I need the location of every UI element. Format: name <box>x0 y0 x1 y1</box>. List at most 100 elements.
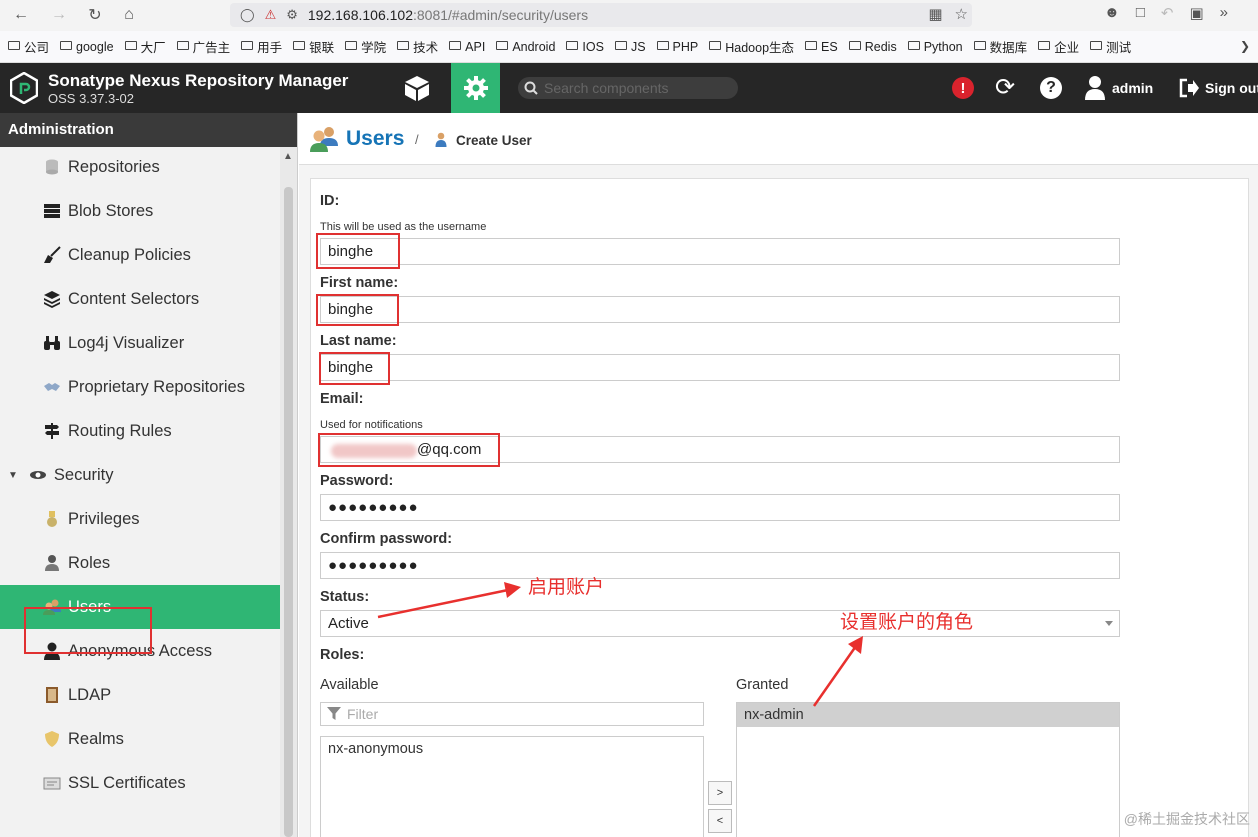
id-field[interactable]: binghe <box>320 238 1120 265</box>
reload-icon[interactable]: ↻ <box>84 4 106 26</box>
insecure-lock-icon[interactable]: ⚠ <box>265 7 277 23</box>
bookmark-folder[interactable]: ES <box>805 40 838 54</box>
refresh-icon[interactable]: ⟳ <box>995 74 1015 102</box>
star-icon[interactable]: ☆ <box>955 5 968 23</box>
chevron-down-icon <box>1105 621 1113 626</box>
sidebar-item-roles[interactable]: Roles <box>0 541 281 585</box>
available-roles-list[interactable]: nx-anonymous <box>320 736 704 837</box>
sidebar-item-log4j-visualizer[interactable]: Log4j Visualizer <box>0 321 281 365</box>
bookmark-label: ES <box>821 39 838 54</box>
bookmark-folder[interactable]: 技术 <box>397 37 438 56</box>
bookmark-folder[interactable]: 测试 <box>1090 37 1131 56</box>
bookmark-folder[interactable]: 广告主 <box>176 37 230 56</box>
bookmarks-overflow-icon[interactable]: ❯ <box>1240 39 1250 53</box>
sign-out-icon[interactable] <box>1178 77 1200 99</box>
app-version: OSS 3.37.3-02 <box>48 91 134 106</box>
bookmark-label: Hadoop生态 <box>725 41 795 55</box>
expand-triangle-icon[interactable]: ▼ <box>8 470 18 481</box>
available-role-item[interactable]: nx-anonymous <box>321 737 703 761</box>
shield-icon[interactable]: ◯ <box>240 7 255 23</box>
scroll-up-arrow-icon[interactable]: ▲ <box>283 151 293 162</box>
forward-arrow-icon[interactable]: → <box>48 4 70 26</box>
more-tools-icon[interactable]: » <box>1220 4 1228 22</box>
move-right-button[interactable]: > <box>708 781 732 805</box>
cube-icon[interactable] <box>402 74 432 102</box>
shield-icon <box>42 729 62 749</box>
password-field[interactable]: ●●●●●●●●● <box>320 494 1120 521</box>
sidebar-item-blob-stores[interactable]: Blob Stores <box>0 189 281 233</box>
page-title[interactable]: Users <box>346 127 404 151</box>
bookmark-folder[interactable]: Hadoop生态 <box>709 37 794 56</box>
sidebar-item-proprietary-repositories[interactable]: Proprietary Repositories <box>0 365 281 409</box>
bookmark-folder[interactable]: 大厂 <box>124 37 166 56</box>
move-left-button[interactable]: < <box>708 809 732 833</box>
sidebar-item-privileges[interactable]: Privileges <box>0 497 281 541</box>
bookmark-folder[interactable]: JS <box>614 40 646 54</box>
highlight-users-nav <box>24 607 152 654</box>
bookmark-label: 数据库 <box>989 41 1028 55</box>
sidebar-item-content-selectors[interactable]: Content Selectors <box>0 277 281 321</box>
sidebar-item-realms[interactable]: Realms <box>0 717 281 761</box>
back-arrow-icon[interactable]: ← <box>10 4 32 26</box>
watermark: @稀土掘金技术社区 <box>1123 811 1250 827</box>
sidebar-item-ldap[interactable]: LDAP <box>0 673 281 717</box>
bookmark-folder[interactable]: 数据库 <box>973 37 1028 56</box>
folder-icon <box>1090 41 1103 50</box>
sidebar-scrollbar[interactable]: ▲ <box>280 147 297 837</box>
bookmark-folder[interactable]: Redis <box>848 40 897 54</box>
bookmark-folder[interactable]: API <box>449 40 485 54</box>
help-icon[interactable]: ? <box>1040 77 1062 99</box>
sign-out-button[interactable]: Sign out <box>1205 80 1258 96</box>
scroll-thumb[interactable] <box>284 187 293 837</box>
sidebar-item-label: SSL Certificates <box>68 773 186 792</box>
undo-icon[interactable]: ↶ <box>1161 4 1174 22</box>
crop-icon[interactable]: □ <box>1136 4 1145 22</box>
sidebar-item-security[interactable]: ▼ Security <box>0 453 281 497</box>
bookmark-folder[interactable]: google <box>60 40 114 54</box>
bookmark-folder[interactable]: 用手 <box>241 37 282 56</box>
qr-code-icon[interactable]: ▦ <box>928 5 942 23</box>
alert-icon[interactable]: ! <box>952 77 974 99</box>
last-name-field[interactable]: binghe <box>320 354 1120 381</box>
sidebar-item-cleanup-policies[interactable]: Cleanup Policies <box>0 233 281 277</box>
sidebar-item-ssl-certificates[interactable]: SSL Certificates <box>0 761 281 805</box>
confirm-password-field[interactable]: ●●●●●●●●● <box>320 552 1120 579</box>
filter-input[interactable] <box>347 706 687 722</box>
home-icon[interactable]: ⌂ <box>118 4 140 26</box>
status-select[interactable]: Active <box>320 610 1120 637</box>
sidebar-item-routing-rules[interactable]: Routing Rules <box>0 409 281 453</box>
breadcrumb: Users / Create User <box>299 113 1258 165</box>
nexus-logo-icon <box>10 72 38 104</box>
key-icon[interactable]: ⚙ <box>286 7 298 23</box>
password-label: Password: <box>320 473 394 489</box>
folder-icon <box>293 41 306 50</box>
folder-icon <box>449 41 462 50</box>
gear-icon <box>463 76 488 100</box>
account-icon[interactable]: ☻ <box>1104 4 1120 22</box>
highlight-id-field <box>316 233 400 269</box>
bookmark-folder[interactable]: Android <box>496 40 555 54</box>
folder-icon <box>496 41 509 50</box>
user-menu-label[interactable]: admin <box>1112 80 1153 96</box>
toolbar-icons: ☻ □ ↶ ▣ » <box>1104 4 1228 22</box>
search-input[interactable] <box>544 80 724 96</box>
address-bar[interactable]: ◯ ⚠ ⚙ 192.168.106.102:8081/#admin/securi… <box>230 3 972 27</box>
bookmark-folder[interactable]: Python <box>907 40 963 54</box>
granted-roles-list[interactable]: nx-admin <box>736 702 1120 837</box>
folder-icon <box>907 41 920 50</box>
bookmark-folder[interactable]: 公司 <box>8 37 49 56</box>
bookmark-folder[interactable]: 银联 <box>293 37 334 56</box>
last-name-label: Last name: <box>320 333 397 349</box>
sidebar-item-repositories[interactable]: Repositories <box>0 145 281 189</box>
first-name-field[interactable]: binghe <box>320 296 1120 323</box>
bookmark-folder[interactable]: 企业 <box>1038 37 1079 56</box>
user-icon[interactable] <box>1084 75 1106 101</box>
granted-role-item[interactable]: nx-admin <box>737 703 1119 727</box>
status-value: Active <box>328 615 369 632</box>
bookmark-folder[interactable]: PHP <box>656 40 698 54</box>
bookmark-folder[interactable]: IOS <box>566 40 604 54</box>
sidebar-item-label: Log4j Visualizer <box>68 333 185 352</box>
admin-gear-button[interactable] <box>451 63 500 113</box>
bookmark-folder[interactable]: 学院 <box>345 37 386 56</box>
extensions-icon[interactable]: ▣ <box>1189 4 1203 22</box>
